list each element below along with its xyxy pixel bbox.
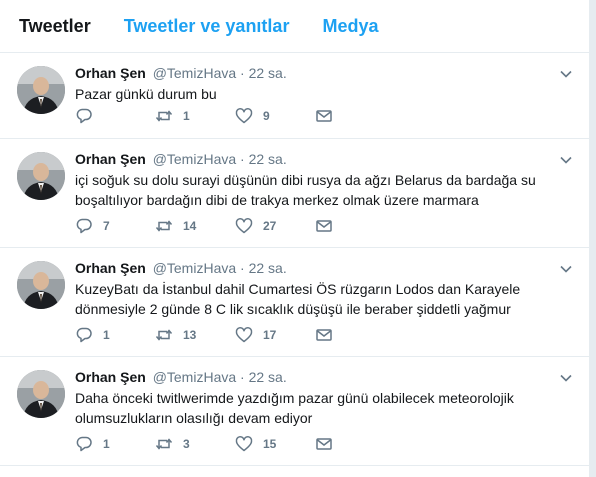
- like-count: 17: [263, 328, 277, 342]
- tweet[interactable]: Orhan Şen @TemizHava · 22 sa. Daha öncek…: [0, 357, 589, 466]
- tweet-header: Orhan Şen @TemizHava · 22 sa.: [75, 64, 569, 83]
- tweet-time[interactable]: 22 sa.: [249, 369, 287, 385]
- tweet-header: Orhan Şen @TemizHava · 22 sa.: [75, 259, 569, 278]
- separator-dot: ·: [240, 260, 245, 276]
- separator-dot: ·: [240, 151, 245, 167]
- tweet-time[interactable]: 22 sa.: [249, 151, 287, 167]
- tweet-text: içi soğuk su dolu surayi düşünün dibi ru…: [75, 172, 536, 208]
- retweet-icon: [155, 329, 173, 341]
- profile-timeline: Tweetler Tweetler ve yanıtlar Medya Orha…: [0, 0, 590, 477]
- direct-message-icon: [316, 329, 332, 341]
- like-button[interactable]: 15: [235, 435, 315, 453]
- like-icon: [235, 108, 253, 124]
- like-icon: [235, 218, 253, 234]
- author-handle[interactable]: @TemizHava: [153, 151, 236, 167]
- direct-message-icon: [316, 110, 332, 122]
- avatar[interactable]: [17, 152, 65, 200]
- reply-button[interactable]: 1: [75, 435, 155, 453]
- profile-tabs: Tweetler Tweetler ve yanıtlar Medya: [0, 0, 589, 53]
- tweet-header: Orhan Şen @TemizHava · 22 sa.: [75, 150, 569, 169]
- retweet-button[interactable]: 13: [155, 326, 235, 344]
- author-name[interactable]: Orhan Şen: [75, 65, 146, 81]
- reply-button[interactable]: 1: [75, 326, 155, 344]
- reply-button[interactable]: 7: [75, 217, 155, 235]
- like-button[interactable]: 17: [235, 326, 315, 344]
- retweet-icon: [155, 110, 173, 122]
- direct-message-button[interactable]: [315, 435, 345, 453]
- tweet[interactable]: Orhan Şen @TemizHava · 22 sa. Pazar günk…: [0, 53, 589, 139]
- tweet-actions: 7 14 27: [75, 217, 345, 235]
- author-name[interactable]: Orhan Şen: [75, 369, 146, 385]
- tweet-actions: 1 13 17: [75, 326, 345, 344]
- retweet-count: 3: [183, 437, 190, 451]
- direct-message-icon: [316, 220, 332, 232]
- avatar[interactable]: [17, 261, 65, 309]
- reply-icon: [76, 436, 92, 452]
- like-button[interactable]: 27: [235, 217, 315, 235]
- author-handle[interactable]: @TemizHava: [153, 260, 236, 276]
- chevron-down-icon[interactable]: [559, 262, 573, 276]
- tweet-header: Orhan Şen @TemizHava · 22 sa.: [75, 368, 569, 387]
- retweet-count: 13: [183, 328, 197, 342]
- retweet-button[interactable]: 14: [155, 217, 235, 235]
- tweet[interactable]: Orhan Şen @TemizHava · 22 sa. içi soğuk …: [0, 139, 589, 248]
- tab-tweets[interactable]: Tweetler: [19, 16, 91, 37]
- retweet-button[interactable]: 1: [155, 107, 235, 125]
- like-button[interactable]: 9: [235, 107, 315, 125]
- author-handle[interactable]: @TemizHava: [153, 369, 236, 385]
- chevron-down-icon[interactable]: [559, 153, 573, 167]
- chevron-down-icon[interactable]: [559, 67, 573, 81]
- reply-icon: [76, 327, 92, 343]
- reply-icon: [76, 108, 92, 124]
- chevron-down-icon[interactable]: [559, 371, 573, 385]
- retweet-count: 1: [183, 109, 190, 123]
- tweet[interactable]: Orhan Şen @TemizHava · 22 sa. KuzeyBatı …: [0, 248, 589, 357]
- reply-count: 1: [103, 437, 110, 451]
- like-count: 27: [263, 219, 277, 233]
- retweet-count: 14: [183, 219, 197, 233]
- like-count: 9: [263, 109, 270, 123]
- tweet-time[interactable]: 22 sa.: [249, 65, 287, 81]
- author-name[interactable]: Orhan Şen: [75, 151, 146, 167]
- tweet-time[interactable]: 22 sa.: [249, 260, 287, 276]
- reply-button[interactable]: [75, 107, 155, 125]
- retweet-icon: [155, 220, 173, 232]
- retweet-button[interactable]: 3: [155, 435, 235, 453]
- like-icon: [235, 327, 253, 343]
- direct-message-button[interactable]: [315, 107, 345, 125]
- like-icon: [235, 436, 253, 452]
- direct-message-icon: [316, 438, 332, 450]
- tweet-text: KuzeyBatı da İstanbul dahil Cumartesi ÖS…: [75, 281, 521, 317]
- separator-dot: ·: [240, 65, 245, 81]
- direct-message-button[interactable]: [315, 326, 345, 344]
- separator-dot: ·: [240, 369, 245, 385]
- tweet-text: Pazar günkü durum bu: [75, 86, 217, 102]
- tweet-actions: 1 3 15: [75, 435, 345, 453]
- avatar[interactable]: [17, 66, 65, 114]
- author-name[interactable]: Orhan Şen: [75, 260, 146, 276]
- tab-media[interactable]: Medya: [322, 16, 378, 37]
- direct-message-button[interactable]: [315, 217, 345, 235]
- avatar[interactable]: [17, 370, 65, 418]
- tweet-actions: 1 9: [75, 107, 345, 125]
- author-handle[interactable]: @TemizHava: [153, 65, 236, 81]
- reply-icon: [76, 218, 92, 234]
- retweet-icon: [155, 438, 173, 450]
- reply-count: 7: [103, 219, 110, 233]
- like-count: 15: [263, 437, 277, 451]
- tweet-text: Daha önceki twitlwerimde yazdığım pazar …: [75, 390, 514, 426]
- reply-count: 1: [103, 328, 110, 342]
- tab-tweets-and-replies[interactable]: Tweetler ve yanıtlar: [124, 16, 290, 37]
